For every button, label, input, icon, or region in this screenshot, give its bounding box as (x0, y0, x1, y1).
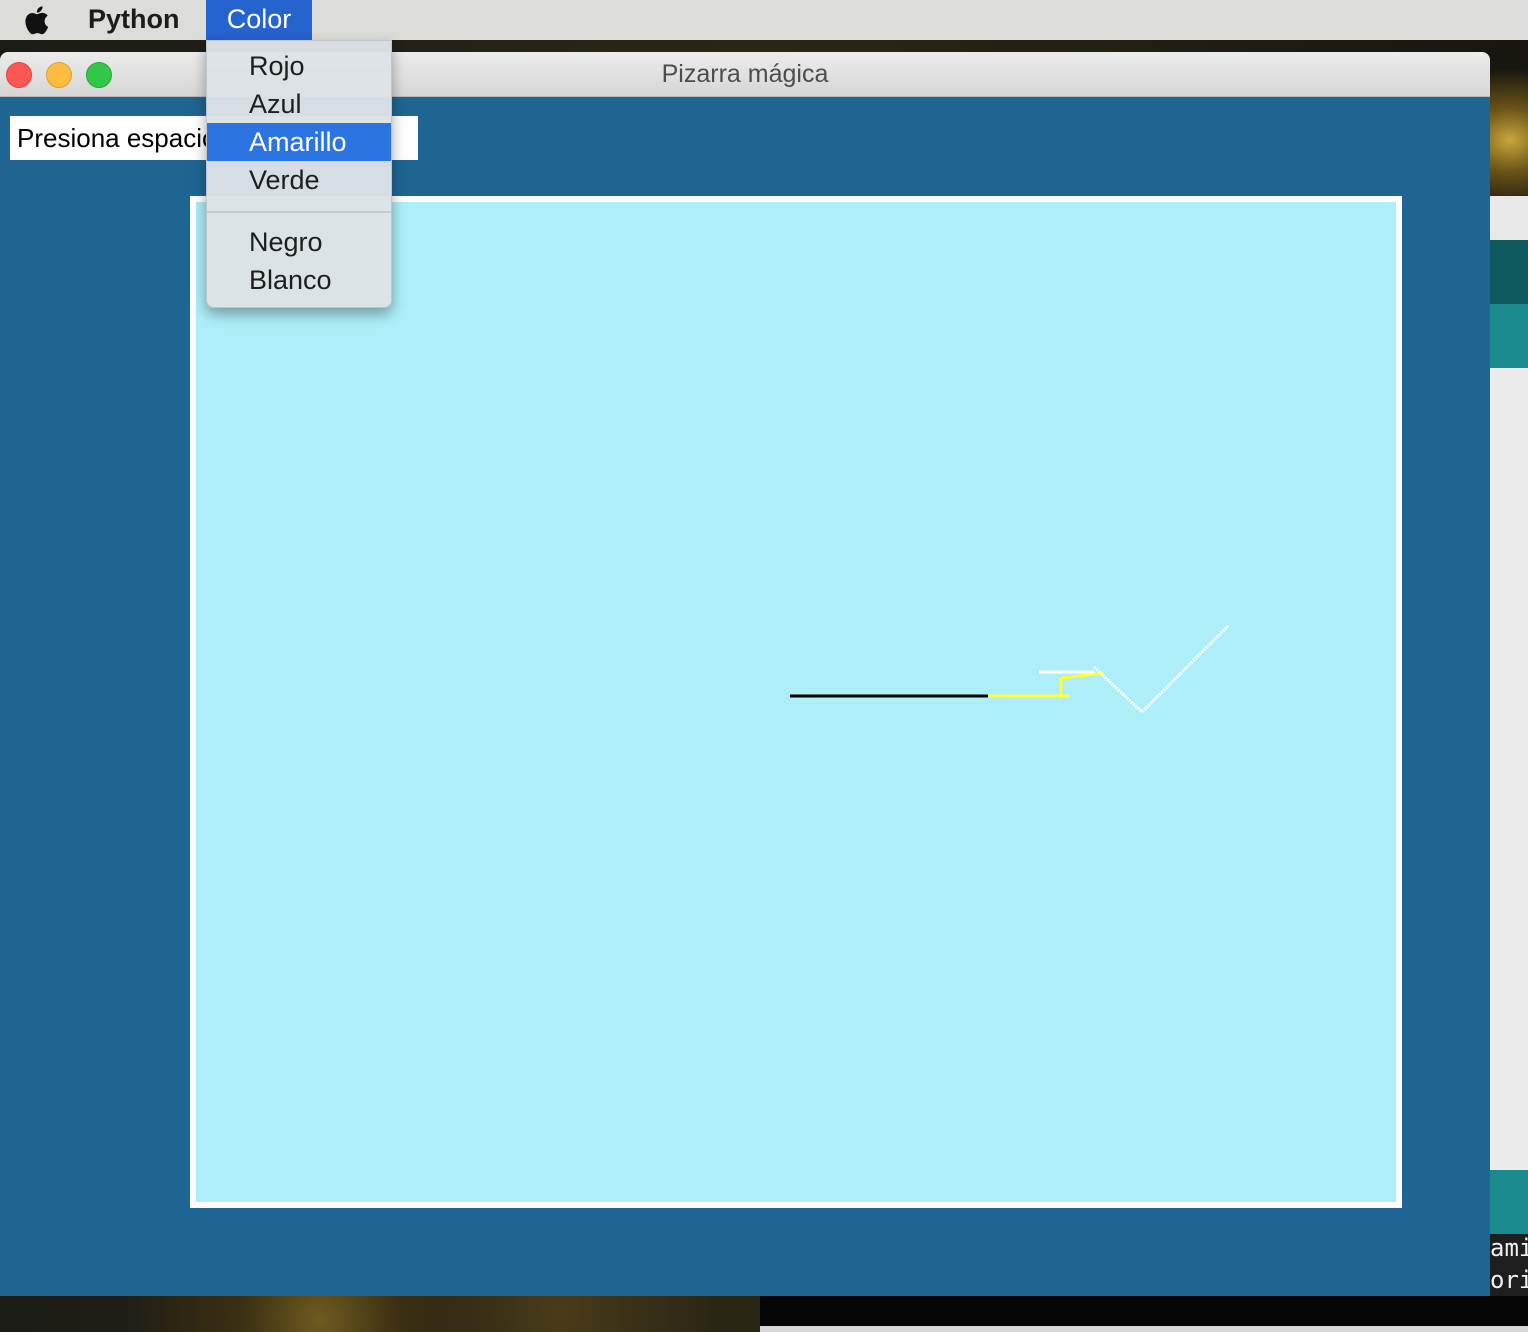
menu-item-verde[interactable]: Verde (207, 161, 391, 199)
menu-item-blanco[interactable]: Blanco (207, 261, 391, 299)
terminal-line: ori (1490, 1266, 1528, 1294)
menu-bar: Python Color (0, 0, 1528, 40)
background-window-sliver (1490, 240, 1528, 304)
apple-icon[interactable] (20, 0, 52, 40)
menu-item-negro[interactable]: Negro (207, 223, 391, 261)
menu-item-azul[interactable]: Azul (207, 85, 391, 123)
menu-item-amarillo[interactable]: Amarillo (207, 123, 391, 161)
background-window-sliver (1490, 368, 1528, 1170)
yellow-stroke (1061, 671, 1105, 680)
background-window-sliver (760, 1326, 1528, 1332)
menu-item-rojo[interactable]: Rojo (207, 47, 391, 85)
color-dropdown-menu: Rojo Azul Amarillo Verde Negro Blanco (206, 40, 392, 308)
background-window-sliver (1490, 196, 1528, 240)
white-stroke (1092, 624, 1230, 715)
terminal-line: ami (1490, 1234, 1528, 1262)
canvas-frame (190, 196, 1402, 1208)
drawing-canvas[interactable] (196, 202, 1396, 1202)
menu-color[interactable]: Color (206, 0, 312, 40)
menu-separator (207, 211, 391, 213)
background-window-sliver (1490, 1170, 1528, 1234)
menu-app-name[interactable]: Python (88, 0, 180, 40)
background-window-sliver (1490, 304, 1528, 368)
